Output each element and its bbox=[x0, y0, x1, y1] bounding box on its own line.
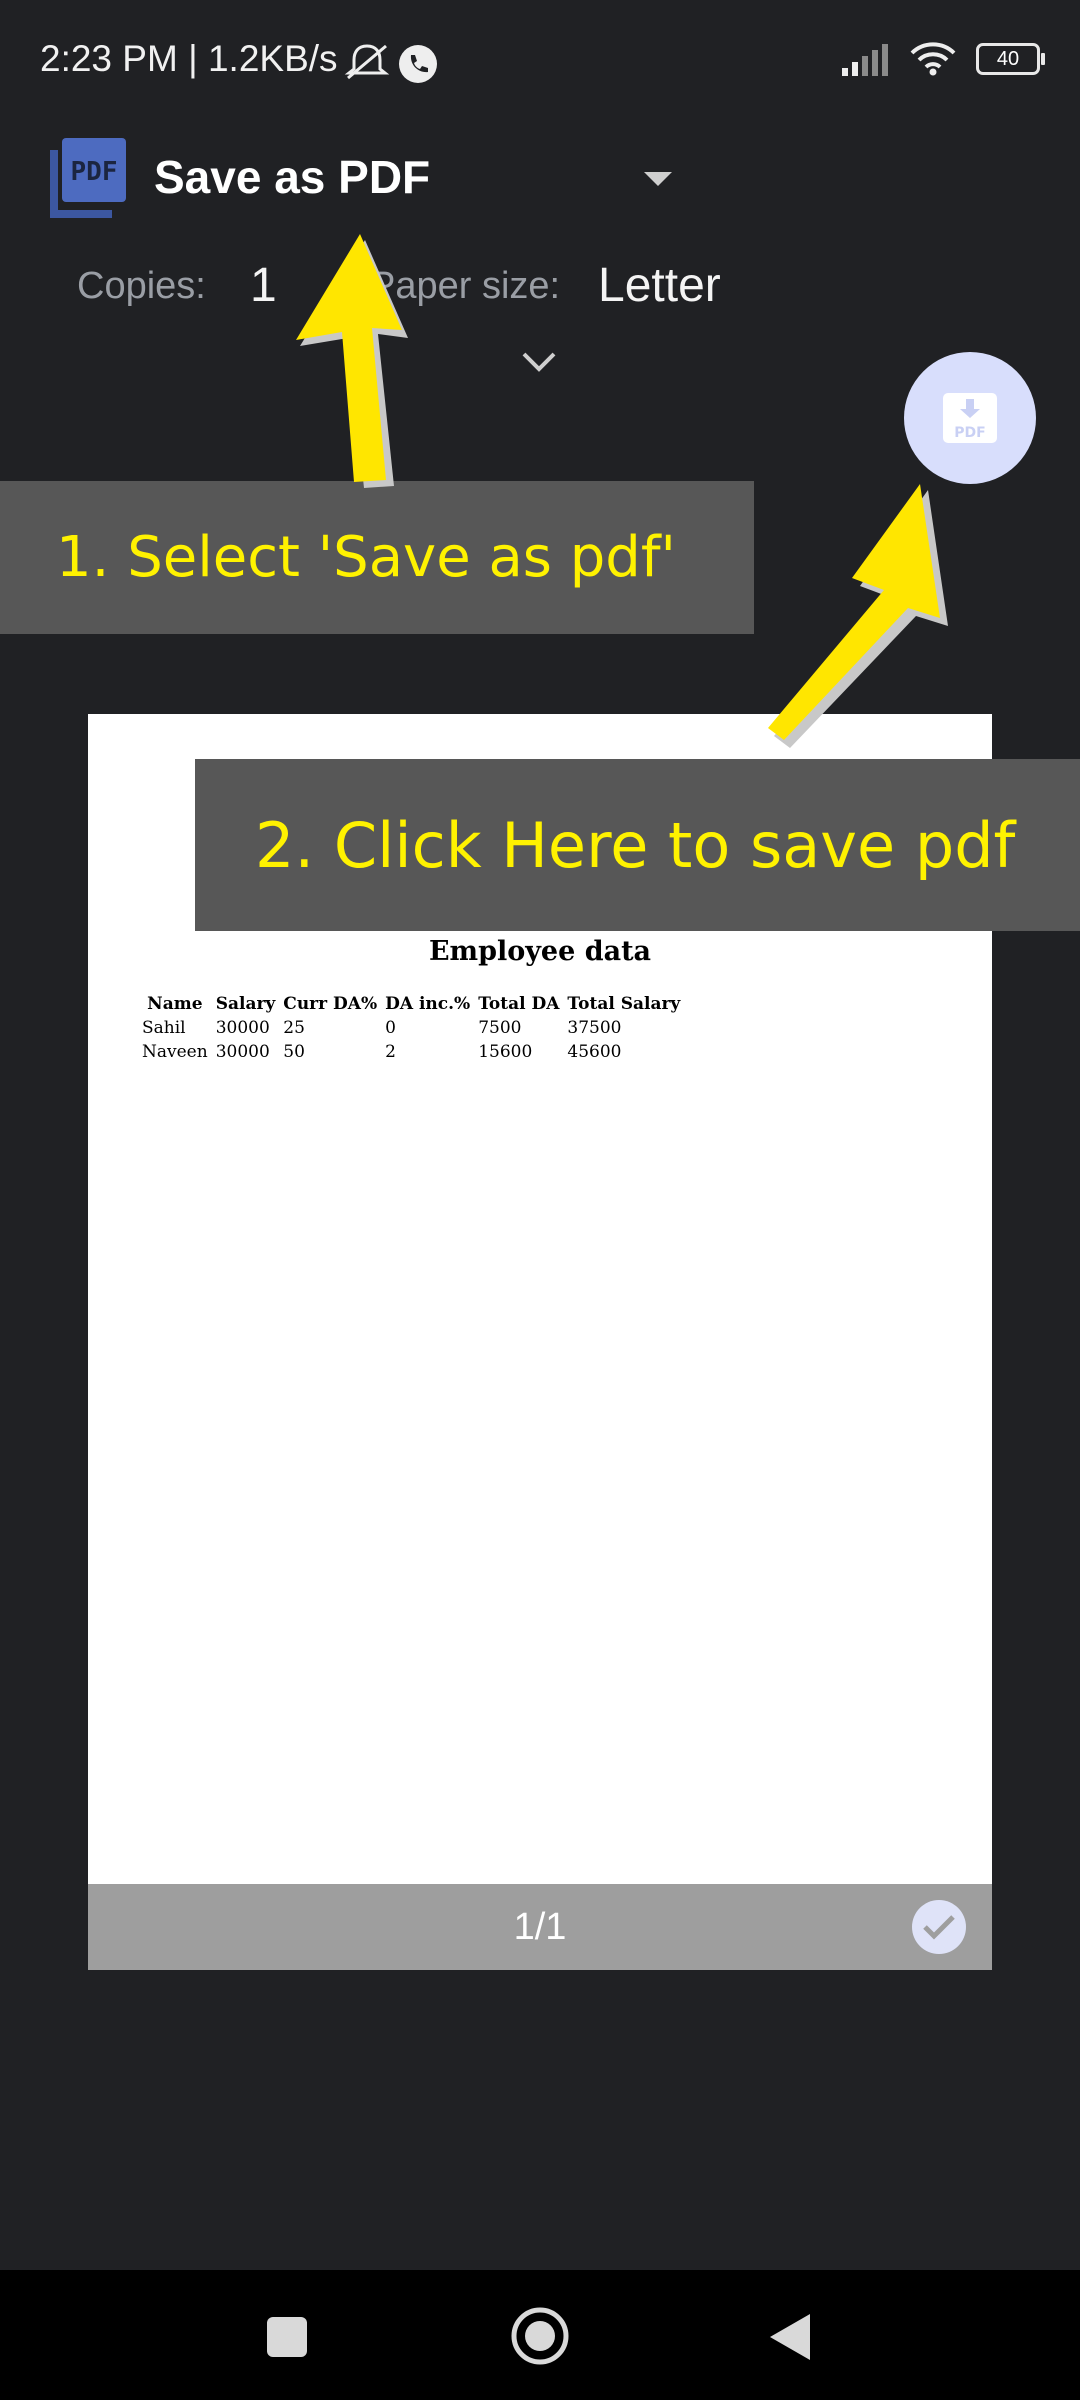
battery-icon: 40 bbox=[976, 43, 1045, 75]
column-header: Total DA bbox=[478, 994, 560, 1014]
pdf-logo-icon: PDF bbox=[50, 138, 126, 218]
document-title: Employee data bbox=[428, 936, 652, 967]
expand-options-icon[interactable] bbox=[520, 350, 558, 374]
pdf-download-icon: PDF bbox=[943, 393, 997, 443]
copies-value[interactable]: 1 bbox=[250, 258, 277, 313]
column-header: Total Salary bbox=[567, 994, 681, 1014]
page-footer: 1/1 bbox=[88, 1884, 992, 1970]
save-pdf-button[interactable]: PDF bbox=[904, 352, 1036, 484]
cell: 50 bbox=[283, 1042, 305, 1062]
callout-step-2: 2. Click Here to save pdf bbox=[195, 759, 1080, 931]
arrow-icon bbox=[768, 484, 948, 748]
table-row: Sahil 30000 25 0 7500 37500 bbox=[138, 1016, 684, 1040]
column-header: Name bbox=[147, 994, 203, 1014]
callout-step-1: 1. Select 'Save as pdf' bbox=[0, 481, 754, 634]
cell: 37500 bbox=[567, 1018, 622, 1038]
column-header: Salary bbox=[215, 994, 276, 1014]
svg-text:PDF: PDF bbox=[71, 157, 118, 187]
cell: 30000 bbox=[215, 1042, 270, 1062]
employee-table: Name Salary Curr DA% DA inc.% Total DA T… bbox=[138, 992, 684, 1064]
status-right: 40 bbox=[842, 42, 1045, 76]
cell: 45600 bbox=[567, 1042, 622, 1062]
cell: Naveen bbox=[142, 1042, 208, 1062]
column-header: DA inc.% bbox=[385, 994, 471, 1014]
recents-icon[interactable] bbox=[266, 2316, 308, 2358]
home-icon[interactable] bbox=[510, 2306, 570, 2366]
svg-text:PDF: PDF bbox=[954, 425, 985, 441]
paper-size-value[interactable]: Letter bbox=[598, 258, 721, 313]
check-icon bbox=[923, 1915, 955, 1940]
status-time: 2:23 PM | 1.2KB/s bbox=[40, 38, 338, 79]
cell: 25 bbox=[283, 1018, 305, 1038]
cell: 0 bbox=[385, 1018, 396, 1038]
page-indicator: 1/1 bbox=[513, 1906, 567, 1948]
page-selected-check[interactable] bbox=[912, 1900, 966, 1954]
signal-icon bbox=[842, 44, 888, 76]
wifi-icon bbox=[910, 42, 956, 76]
navigation-bar bbox=[0, 2270, 1080, 2400]
cell: Sahil bbox=[142, 1018, 186, 1038]
copies-label: Copies: bbox=[77, 265, 206, 307]
dropdown-arrow-icon[interactable] bbox=[644, 172, 672, 186]
cell: 30000 bbox=[215, 1018, 270, 1038]
mute-icon bbox=[344, 44, 390, 80]
cell: 7500 bbox=[478, 1018, 522, 1038]
printer-select-label[interactable]: Save as PDF bbox=[154, 150, 430, 204]
call-icon bbox=[399, 45, 437, 83]
back-icon[interactable] bbox=[768, 2312, 812, 2362]
cell: 15600 bbox=[478, 1042, 533, 1062]
arrow-icon bbox=[296, 234, 408, 488]
cell: 2 bbox=[385, 1042, 396, 1062]
column-header: Curr DA% bbox=[283, 994, 378, 1014]
table-row: Naveen 30000 50 2 15600 45600 bbox=[138, 1040, 684, 1064]
